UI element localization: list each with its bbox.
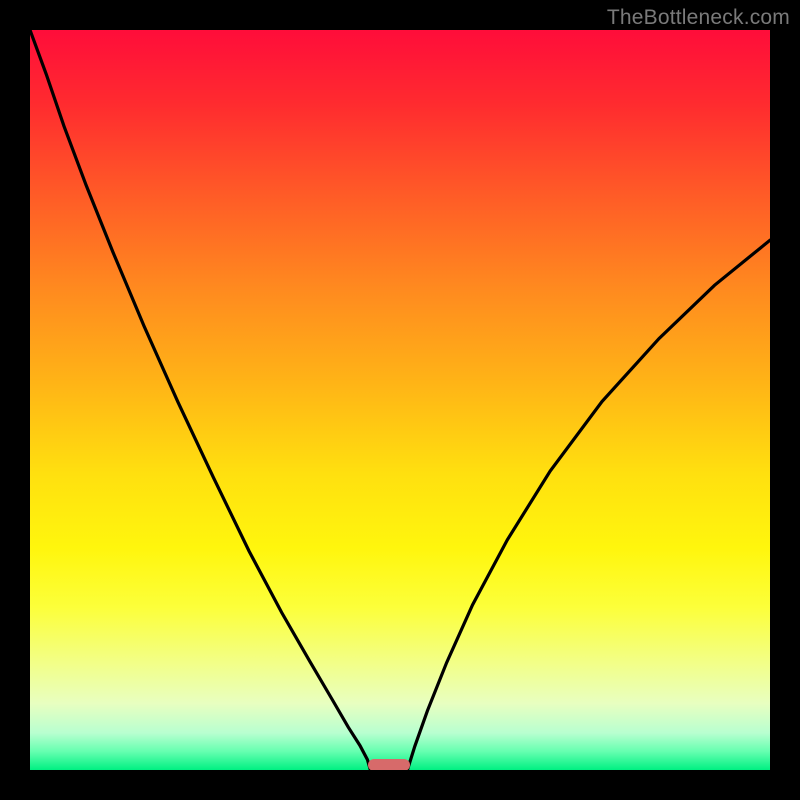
left-curve — [30, 30, 370, 770]
chart-frame: TheBottleneck.com — [0, 0, 800, 800]
bottleneck-marker — [368, 759, 410, 770]
watermark-text: TheBottleneck.com — [607, 6, 790, 30]
curves-layer — [30, 30, 770, 770]
right-curve — [407, 240, 770, 770]
plot-area — [30, 30, 770, 770]
